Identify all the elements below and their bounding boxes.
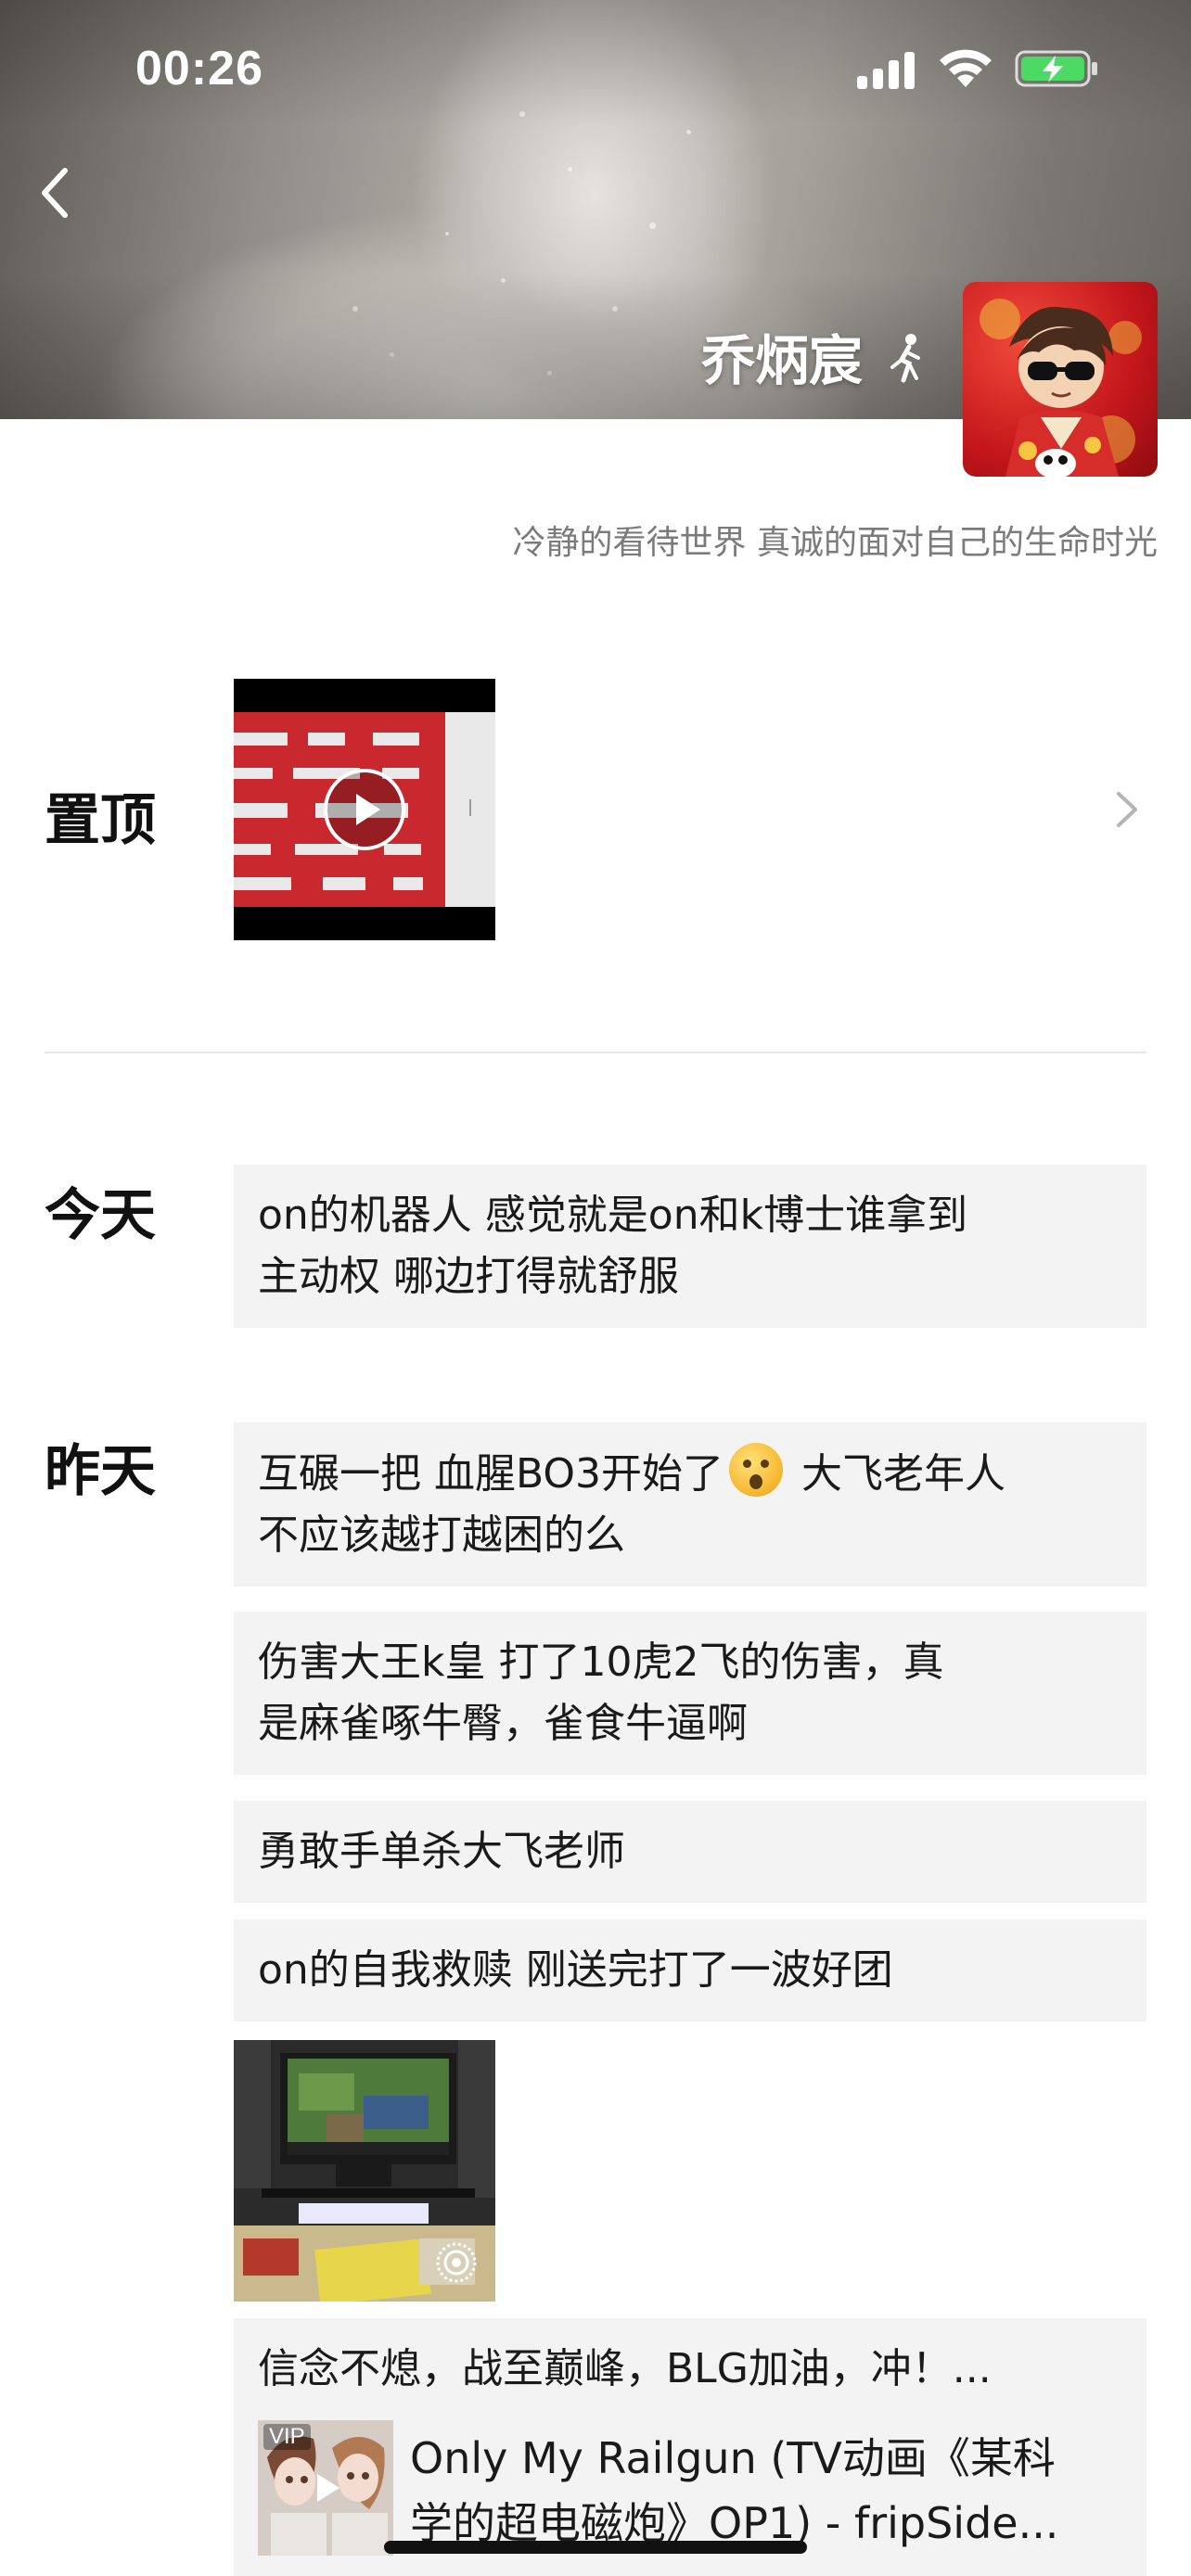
post-today-1[interactable]: on的机器人 感觉就是on和k博士谁拿到 主动权 哪边打得就舒服 [234, 1165, 1146, 1328]
pinned-label: 置顶 [45, 788, 156, 853]
music-post[interactable]: 信念不熄，战至巅峰，BLG加油，冲！... VIP Only My Railgu… [234, 2318, 1146, 2576]
status-bar: 00:26 [0, 0, 1191, 139]
wifi-icon [940, 49, 992, 87]
post-text-segment: 大飞老年人 [788, 1450, 1006, 1498]
profile-name: 乔炳宸 [700, 329, 863, 392]
day-label-today: 今天 [45, 1183, 156, 1248]
post-text-line: 是麻雀啄牛臀，雀食牛逼啊 [258, 1700, 748, 1747]
post-yesterday-1[interactable]: 互碾一把 血腥BO3开始了 大飞老年人 不应该越打越困的么 [234, 1422, 1146, 1587]
music-post-caption: 信念不熄，战至巅峰，BLG加油，冲！... [258, 2345, 992, 2392]
status-time: 00:26 [135, 42, 263, 96]
post-text-line: 勇敢手单杀大飞老师 [258, 1828, 625, 1875]
back-button[interactable] [33, 159, 89, 226]
vip-badge: VIP [263, 2424, 311, 2450]
play-icon[interactable] [302, 2465, 349, 2511]
profile-signature: 冷静的看待世界 真诚的面对自己的生命时光 [512, 524, 1158, 562]
cellular-signal-icon [857, 52, 916, 89]
day-label-yesterday: 昨天 [45, 1439, 156, 1504]
post-text-line: on的自我救赎 刚送完打了一波好团 [258, 1946, 893, 1994]
chevron-right-icon[interactable] [1113, 788, 1141, 831]
play-icon [324, 769, 405, 850]
photo-thumbnail[interactable] [234, 2040, 495, 2302]
music-cover[interactable]: VIP [258, 2420, 393, 2556]
battery-charging-icon [1015, 50, 1097, 87]
live-photo-icon [436, 2242, 477, 2283]
post-text-line: 伤害大王k皇 打了10虎2飞的伤害，真 [258, 1639, 944, 1686]
music-title-line: Only My Railgun (TV动画《某科 [410, 2433, 1056, 2483]
dizzy-face-emoji-icon [729, 1443, 784, 1497]
pinned-video-thumbnail[interactable] [234, 679, 495, 940]
post-yesterday-4[interactable]: on的自我救赎 刚送完打了一波好团 [234, 1919, 1146, 2021]
post-yesterday-2[interactable]: 伤害大王k皇 打了10虎2飞的伤害，真 是麻雀啄牛臀，雀食牛逼啊 [234, 1612, 1146, 1775]
post-yesterday-3[interactable]: 勇敢手单杀大飞老师 [234, 1801, 1146, 1903]
music-title: Only My Railgun (TV动画《某科 学的超电磁炮》OP1) - f… [410, 2426, 1133, 2556]
post-text-line: 主动权 哪边打得就舒服 [258, 1253, 679, 1300]
post-text-line: 不应该越打越困的么 [258, 1511, 625, 1559]
post-text-line: on的机器人 感觉就是on和k博士谁拿到 [258, 1192, 968, 1239]
post-text-segment: 互碾一把 血腥BO3开始了 [258, 1450, 724, 1498]
walking-person-icon [890, 334, 920, 383]
avatar-illustration [980, 299, 1142, 477]
avatar[interactable] [963, 282, 1158, 477]
section-divider [45, 1052, 1146, 1053]
home-indicator[interactable] [384, 2541, 807, 2554]
